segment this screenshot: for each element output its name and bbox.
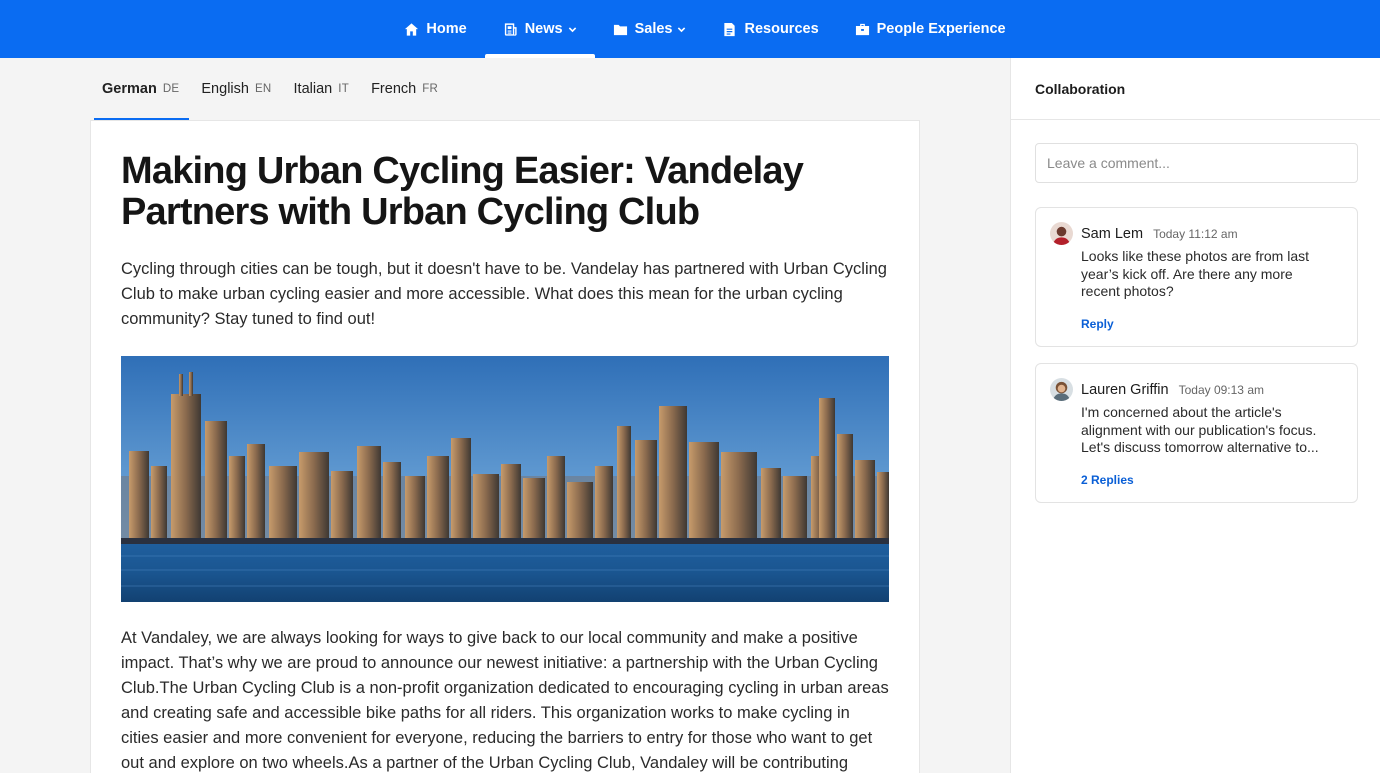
- comment-timestamp: Today 11:12 am: [1153, 226, 1238, 241]
- home-icon: [404, 22, 419, 37]
- comment-text: I'm concerned about the article's alignm…: [1081, 404, 1319, 455]
- tab-label: Italian: [293, 81, 333, 97]
- comment-author: Lauren Griffin: [1081, 381, 1169, 398]
- nav-item-sales[interactable]: Sales: [595, 0, 705, 58]
- article-card: Making Urban Cycling Easier: Vandelay Pa…: [90, 120, 920, 773]
- tab-language-code: FR: [422, 83, 439, 95]
- comment-header: Lauren Griffin Today 09:13 am: [1050, 378, 1343, 401]
- comment-card: Lauren Griffin Today 09:13 am I'm concer…: [1035, 363, 1358, 503]
- article-body[interactable]: At Vandaley, we are always looking for w…: [121, 626, 891, 773]
- nav-item-people-experience[interactable]: People Experience: [837, 0, 1024, 58]
- city-skyline-image: [121, 356, 889, 602]
- top-navigation-items: Home News Sales Resources People Experie…: [356, 0, 1023, 58]
- briefcase-icon: [855, 22, 870, 37]
- replies-link[interactable]: 2 Replies: [1081, 473, 1134, 487]
- tab-label: German: [102, 81, 157, 97]
- nav-item-home[interactable]: Home: [386, 0, 484, 58]
- top-navigation: Home News Sales Resources People Experie…: [0, 0, 1380, 58]
- tab-language-code: DE: [162, 83, 180, 95]
- newspaper-icon: [503, 22, 518, 37]
- comment-author: Sam Lem: [1081, 225, 1144, 242]
- user-avatar-icon: [1050, 378, 1073, 401]
- collaboration-title: Collaboration: [1011, 58, 1380, 120]
- tab-label: English: [201, 81, 249, 97]
- tab-language-code: IT: [338, 83, 350, 95]
- nav-item-label: News: [524, 21, 563, 37]
- folder-icon: [613, 22, 628, 37]
- comment-card: Sam Lem Today 11:12 am Looks like these …: [1035, 207, 1358, 347]
- tab-language-code: EN: [254, 83, 272, 95]
- tab-french[interactable]: French FR: [363, 58, 448, 120]
- nav-item-news[interactable]: News: [484, 0, 595, 58]
- user-avatar-icon: [1050, 222, 1073, 245]
- comment-timestamp: Today 09:13 am: [1178, 382, 1264, 397]
- nav-item-resources[interactable]: Resources: [704, 0, 836, 58]
- tab-italian[interactable]: Italian IT: [286, 58, 360, 120]
- article-intro[interactable]: Cycling through cities can be tough, but…: [121, 257, 891, 332]
- comment-input-box[interactable]: [1035, 143, 1358, 183]
- comment-input[interactable]: [1047, 155, 1346, 171]
- article-hero-image[interactable]: [121, 356, 889, 602]
- tab-english[interactable]: English EN: [193, 58, 281, 120]
- tab-german[interactable]: German DE: [94, 58, 190, 120]
- avatar: [1050, 378, 1073, 401]
- article-title[interactable]: Making Urban Cycling Easier: Vandelay Pa…: [121, 151, 891, 233]
- nav-item-label: Resources: [744, 21, 819, 37]
- reply-button[interactable]: Reply: [1081, 317, 1114, 331]
- document-icon: [722, 22, 737, 37]
- chevron-down-icon: [568, 25, 577, 34]
- collaboration-panel: Collaboration Sam Lem Today 11:12 am Loo…: [1010, 58, 1380, 773]
- nav-item-label: Home: [426, 21, 467, 37]
- avatar: [1050, 222, 1073, 245]
- language-tabs: German DE English EN Italian IT French F…: [94, 58, 452, 120]
- comment-header: Sam Lem Today 11:12 am: [1050, 222, 1343, 245]
- chevron-down-icon: [677, 25, 686, 34]
- nav-item-label: People Experience: [876, 21, 1006, 37]
- tab-label: French: [371, 81, 417, 97]
- nav-item-label: Sales: [634, 21, 673, 37]
- comment-text: Looks like these photos are from last ye…: [1081, 248, 1310, 299]
